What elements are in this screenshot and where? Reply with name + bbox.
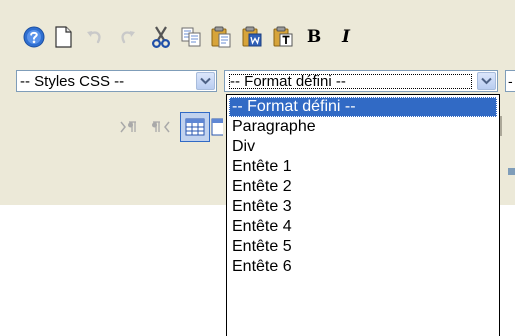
chevron-down-icon[interactable] bbox=[477, 72, 496, 90]
table-properties-icon bbox=[211, 118, 223, 136]
paste-icon bbox=[210, 26, 232, 48]
copy-button[interactable] bbox=[178, 24, 204, 50]
text-direction-ltr-button[interactable] bbox=[116, 114, 142, 140]
paste-as-text-button[interactable] bbox=[270, 24, 296, 50]
new-page-button[interactable] bbox=[50, 24, 76, 50]
cut-button[interactable] bbox=[148, 24, 174, 50]
bold-icon: B bbox=[306, 26, 322, 47]
format-option[interactable]: -- Format défini -- bbox=[229, 97, 497, 117]
bold-button[interactable]: B bbox=[301, 24, 327, 50]
table-properties-button[interactable] bbox=[211, 114, 223, 140]
copy-icon bbox=[180, 26, 202, 48]
format-option[interactable]: Entête 4 bbox=[229, 217, 497, 237]
help-icon bbox=[23, 26, 45, 48]
toolbar-edge-mark bbox=[508, 168, 515, 175]
format-dropdown-list[interactable]: -- Format défini -- Paragraphe Div Entête 1… bbox=[226, 94, 500, 336]
styles-css-select[interactable]: -- Styles CSS -- bbox=[16, 70, 217, 92]
redo-icon bbox=[116, 26, 138, 48]
ltr-icon bbox=[119, 120, 139, 134]
italic-button[interactable]: I bbox=[333, 24, 359, 50]
cut-icon bbox=[150, 25, 172, 49]
styles-css-select-value: -- Styles CSS -- bbox=[20, 72, 125, 90]
new-page-icon bbox=[53, 26, 73, 48]
format-select[interactable]: -- Format défini -- bbox=[224, 70, 498, 92]
redo-button[interactable] bbox=[114, 24, 140, 50]
italic-icon: I bbox=[342, 26, 350, 47]
table-icon bbox=[185, 118, 205, 136]
rtl-icon bbox=[151, 120, 171, 134]
format-option[interactable]: Entête 5 bbox=[229, 237, 497, 257]
paste-button[interactable] bbox=[208, 24, 234, 50]
format-select-value: -- Format défini -- bbox=[228, 73, 473, 90]
font-select[interactable]: - bbox=[505, 70, 515, 92]
undo-button[interactable] bbox=[82, 24, 108, 50]
undo-icon bbox=[84, 26, 106, 48]
format-option[interactable]: Entête 1 bbox=[229, 157, 497, 177]
help-button[interactable] bbox=[21, 24, 47, 50]
format-option[interactable]: Entête 3 bbox=[229, 197, 497, 217]
format-option[interactable]: Entête 6 bbox=[229, 257, 497, 277]
chevron-down-icon[interactable] bbox=[196, 72, 215, 90]
toolbar-separator bbox=[500, 116, 502, 136]
paste-from-word-icon bbox=[241, 26, 263, 48]
text-direction-rtl-button[interactable] bbox=[148, 114, 174, 140]
editor-window: B I -- Styles CSS -- -- Format défini --… bbox=[0, 0, 515, 336]
format-option[interactable]: Entête 2 bbox=[229, 177, 497, 197]
format-option[interactable]: Div bbox=[229, 137, 497, 157]
paste-as-text-icon bbox=[272, 26, 294, 48]
insert-table-button[interactable] bbox=[180, 112, 210, 142]
format-option[interactable]: Paragraphe bbox=[229, 117, 497, 137]
paste-from-word-button[interactable] bbox=[239, 24, 265, 50]
